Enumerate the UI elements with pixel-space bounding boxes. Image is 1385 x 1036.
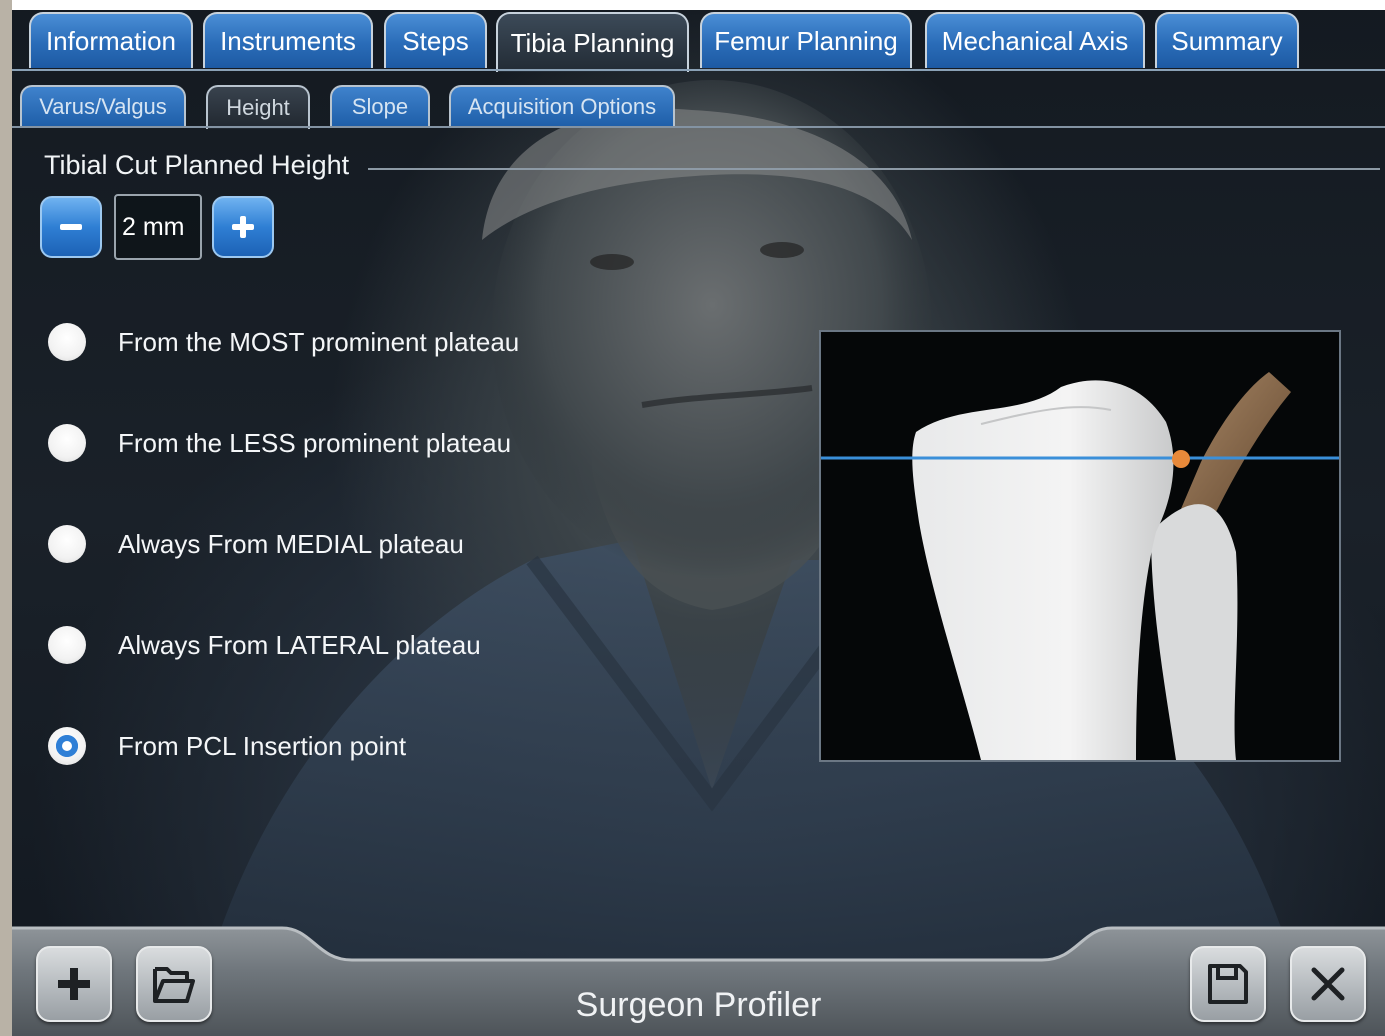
section-rule bbox=[368, 168, 1380, 170]
surgeon-profiler-window: Information Instruments Steps Tibia Plan… bbox=[12, 0, 1385, 1036]
option-most-prominent[interactable]: From the MOST prominent plateau bbox=[48, 322, 519, 362]
tab-femur-planning[interactable]: Femur Planning bbox=[700, 12, 912, 68]
top-strip bbox=[12, 0, 1385, 10]
plus-icon bbox=[232, 216, 254, 238]
close-icon bbox=[1311, 967, 1345, 1001]
main-tab-bar: Information Instruments Steps Tibia Plan… bbox=[12, 12, 1385, 72]
save-button[interactable] bbox=[1190, 946, 1266, 1022]
save-icon bbox=[1208, 964, 1248, 1004]
subtab-acquisition-options[interactable]: Acquisition Options bbox=[449, 85, 675, 127]
tab-summary[interactable]: Summary bbox=[1155, 12, 1299, 68]
option-label: From the LESS prominent plateau bbox=[118, 427, 512, 458]
radio-button[interactable] bbox=[48, 626, 86, 664]
option-label: Always From LATERAL plateau bbox=[118, 629, 481, 660]
decrement-button[interactable] bbox=[40, 196, 102, 258]
minus-icon bbox=[60, 224, 82, 230]
height-value-field[interactable]: 2 mm bbox=[114, 194, 202, 260]
radio-button-selected[interactable] bbox=[48, 727, 86, 765]
option-label: Always From MEDIAL plateau bbox=[118, 528, 464, 559]
increment-button[interactable] bbox=[212, 196, 274, 258]
option-label: From the MOST prominent plateau bbox=[118, 326, 520, 357]
close-button[interactable] bbox=[1290, 946, 1366, 1022]
tab-divider bbox=[12, 69, 1385, 71]
tab-steps[interactable]: Steps bbox=[384, 12, 487, 68]
tibia-bone-illustration bbox=[821, 372, 1339, 760]
tibia-illustration-panel bbox=[819, 330, 1341, 762]
footer-title: Surgeon Profiler bbox=[575, 986, 822, 1024]
tab-instruments[interactable]: Instruments bbox=[203, 12, 373, 68]
radio-button[interactable] bbox=[48, 525, 86, 563]
tab-information[interactable]: Information bbox=[29, 12, 193, 68]
option-medial[interactable]: Always From MEDIAL plateau bbox=[48, 524, 464, 564]
subtab-height[interactable]: Height bbox=[206, 85, 310, 129]
subtab-slope[interactable]: Slope bbox=[330, 85, 430, 127]
option-label: From PCL Insertion point bbox=[118, 730, 407, 761]
radio-button[interactable] bbox=[48, 323, 86, 361]
subtab-varus-valgus[interactable]: Varus/Valgus bbox=[20, 85, 186, 127]
section-title: Tibial Cut Planned Height bbox=[44, 150, 350, 180]
radio-button[interactable] bbox=[48, 424, 86, 462]
option-lateral[interactable]: Always From LATERAL plateau bbox=[48, 625, 481, 665]
tab-mechanical-axis[interactable]: Mechanical Axis bbox=[925, 12, 1145, 68]
option-less-prominent[interactable]: From the LESS prominent plateau bbox=[48, 423, 511, 463]
subtab-divider bbox=[12, 126, 1385, 128]
tab-tibia-planning[interactable]: Tibia Planning bbox=[496, 12, 689, 72]
option-pcl-insertion[interactable]: From PCL Insertion point bbox=[48, 726, 406, 766]
pcl-marker bbox=[1172, 450, 1190, 468]
